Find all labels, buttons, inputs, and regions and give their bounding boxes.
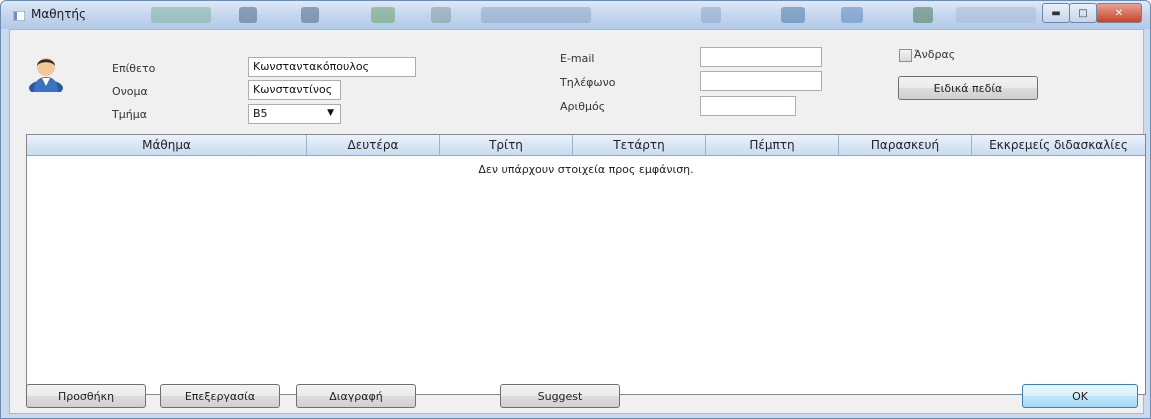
surname-field[interactable]: Κωνσταντακόπουλος: [248, 57, 416, 77]
table-header: Μάθημα Δευτέρα Τρίτη Τετάρτη Πέμπτη Παρα…: [27, 135, 1145, 156]
student-window: Μαθητής ▬ □ ✕ Επίθετο Κωνσταντακόπουλος …: [0, 0, 1151, 419]
phone-field[interactable]: [700, 71, 822, 91]
name-field[interactable]: Κωνσταντίνος: [248, 80, 341, 100]
column-header-thursday[interactable]: Πέμπτη: [706, 135, 839, 155]
background-blur: [301, 7, 319, 23]
column-header-friday[interactable]: Παρασκευή: [839, 135, 972, 155]
column-header-wednesday[interactable]: Τετάρτη: [573, 135, 706, 155]
edit-button[interactable]: Επεξεργασία: [160, 384, 280, 408]
male-checkbox[interactable]: [899, 49, 912, 62]
background-blur: [239, 7, 257, 23]
add-button[interactable]: Προσθήκη: [26, 384, 146, 408]
delete-button[interactable]: Διαγραφή: [296, 384, 416, 408]
window-title: Μαθητής: [31, 7, 87, 21]
maximize-icon[interactable]: □: [1069, 3, 1097, 23]
background-blur: [913, 7, 933, 23]
form-body: Επίθετο Κωνσταντακόπουλος Ονομα Κωνσταντ…: [9, 29, 1146, 414]
chevron-down-icon[interactable]: ▼: [327, 108, 334, 118]
window-controls: ▬ □ ✕: [1042, 3, 1142, 23]
male-label: Άνδρας: [914, 48, 956, 61]
empty-state-message: Δεν υπάρχουν στοιχεία προς εμφάνιση.: [478, 163, 694, 176]
background-blur: [841, 7, 863, 23]
column-header-pending-lessons[interactable]: Εκκρεμείς διδασκαλίες: [972, 135, 1145, 155]
class-label: Τμήμα: [112, 108, 147, 121]
column-header-tuesday[interactable]: Τρίτη: [440, 135, 573, 155]
name-label: Ονομα: [112, 85, 148, 98]
background-blur: [431, 7, 451, 23]
background-blur: [701, 7, 721, 23]
close-icon[interactable]: ✕: [1096, 3, 1142, 23]
suggest-button[interactable]: Suggest: [500, 384, 620, 408]
schedule-table: Μάθημα Δευτέρα Τρίτη Τετάρτη Πέμπτη Παρα…: [26, 134, 1146, 395]
background-blur: [956, 7, 1036, 23]
background-blur: [371, 7, 395, 23]
student-avatar-icon: [29, 58, 63, 92]
email-label: E-mail: [560, 52, 595, 65]
surname-label: Επίθετο: [112, 62, 156, 75]
background-blur: [151, 7, 211, 23]
class-select[interactable]: B5 ▼: [248, 104, 341, 124]
email-field[interactable]: [700, 47, 822, 67]
window-icon: [13, 11, 25, 21]
background-blur: [781, 7, 805, 23]
class-select-value: B5: [253, 107, 268, 120]
column-header-subject[interactable]: Μάθημα: [27, 135, 307, 155]
number-field[interactable]: [700, 96, 796, 116]
ok-button[interactable]: OK: [1022, 384, 1138, 408]
special-fields-button[interactable]: Ειδικά πεδία: [898, 76, 1038, 100]
title-bar[interactable]: Μαθητής ▬ □ ✕: [1, 1, 1150, 29]
background-blur: [481, 7, 591, 23]
minimize-icon[interactable]: ▬: [1042, 3, 1070, 23]
number-label: Αριθμός: [560, 100, 606, 113]
column-header-monday[interactable]: Δευτέρα: [307, 135, 440, 155]
phone-label: Τηλέφωνο: [560, 76, 616, 89]
